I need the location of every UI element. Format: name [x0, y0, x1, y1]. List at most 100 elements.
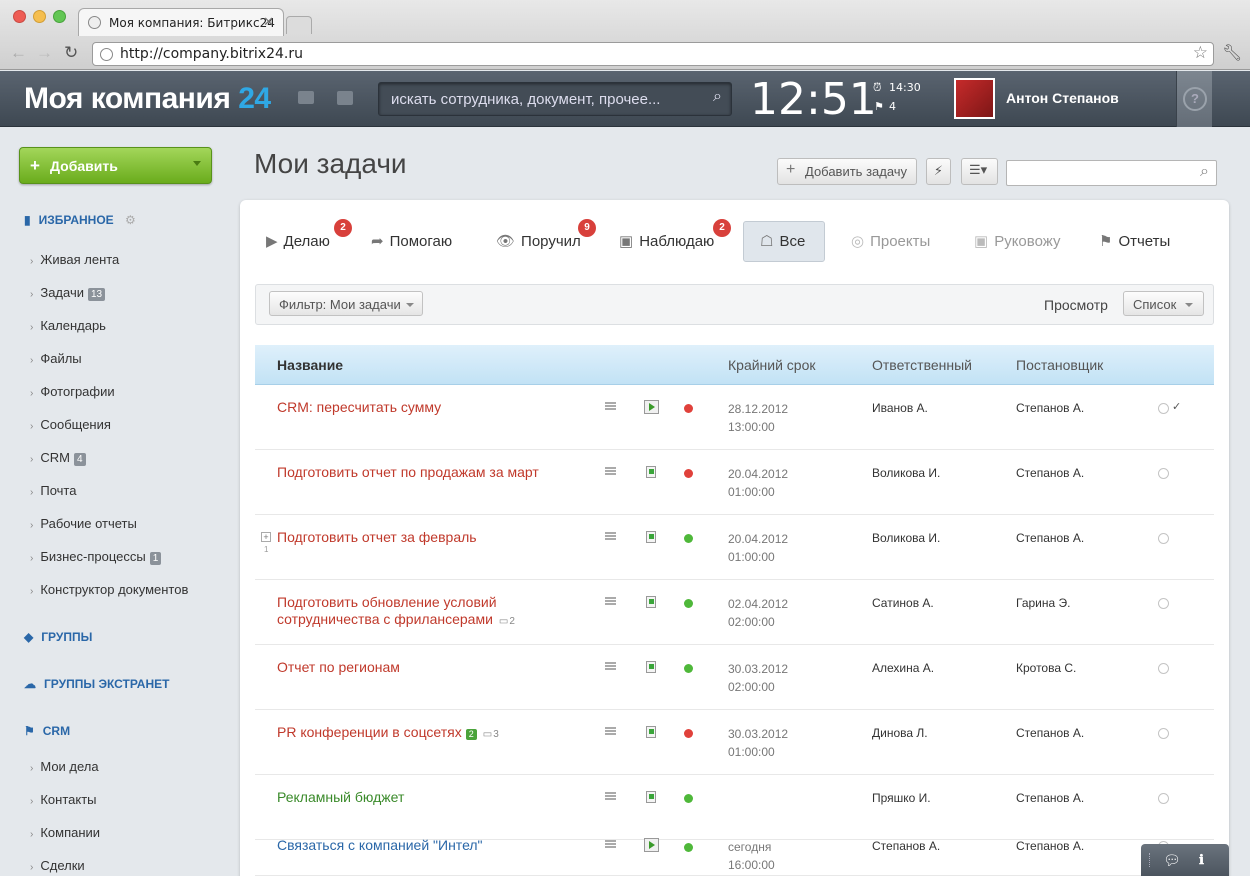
responsible[interactable]: Иванов А.	[872, 401, 928, 415]
clock[interactable]: 12:51	[750, 74, 877, 125]
responsible[interactable]: Степанов А.	[872, 839, 940, 853]
task-name[interactable]: Подготовить отчет по продажам за март	[277, 464, 539, 481]
creator[interactable]: Степанов А.	[1016, 726, 1084, 740]
complete-checkbox[interactable]	[1158, 468, 1169, 479]
creator[interactable]: Степанов А.	[1016, 531, 1084, 545]
add-task-button[interactable]: + Добавить задачу	[777, 158, 917, 185]
complete-checkbox[interactable]	[1158, 533, 1169, 544]
chat-panel-toggle[interactable]: 💬︎ ℹ	[1141, 844, 1229, 876]
bookmark-star-icon[interactable]: ☆	[1193, 43, 1208, 63]
start-task-icon[interactable]	[644, 400, 659, 414]
col-responsible[interactable]: Ответственный	[872, 357, 972, 373]
creator[interactable]: Степанов А.	[1016, 839, 1084, 853]
responsible[interactable]: Воликова И.	[872, 531, 940, 545]
complete-checkbox[interactable]	[1158, 598, 1169, 609]
task-name[interactable]: Подготовить отчет за февраль	[277, 529, 477, 546]
task-menu-icon[interactable]	[605, 532, 616, 540]
tab-filter[interactable]: ⚑ Отчеты	[1099, 232, 1170, 250]
tab-filter[interactable]: 👁︎ Поручил	[496, 232, 581, 250]
zoom-window-button[interactable]	[53, 10, 66, 23]
header-search-input[interactable]: искать сотрудника, документ, прочее... ⌕	[378, 82, 732, 116]
sidebar-item[interactable]: › Живая лента	[30, 252, 119, 267]
task-name[interactable]: Рекламный бюджет	[277, 789, 404, 806]
table-row[interactable]: +1 Подготовить отчет за февраль 20.04.2012…	[255, 515, 1214, 580]
crm-section[interactable]: ⚑ CRM	[24, 724, 70, 738]
col-creator[interactable]: Постановщик	[1016, 357, 1103, 373]
complete-checkbox[interactable]	[1158, 663, 1169, 674]
task-name[interactable]: CRM: пересчитать сумму	[277, 399, 441, 416]
company-logo[interactable]: Моя компания 24	[24, 82, 271, 116]
creator[interactable]: Степанов А.	[1016, 791, 1084, 805]
close-tab-icon[interactable]: ✕	[263, 15, 274, 30]
reload-icon[interactable]: ↻	[64, 43, 78, 63]
expand-icon[interactable]: +	[261, 532, 271, 542]
new-tab-button[interactable]	[286, 16, 312, 34]
creator[interactable]: Гарина Э.	[1016, 596, 1070, 610]
tab-filter[interactable]: ▶ Делаю	[266, 232, 330, 250]
view-options-button[interactable]: ☰▾	[961, 158, 998, 185]
responsible[interactable]: Динова Л.	[872, 726, 928, 740]
complete-checkbox[interactable]	[1158, 793, 1169, 804]
task-doc-icon[interactable]	[646, 596, 656, 608]
sidebar-item[interactable]: › Фотографии	[30, 384, 115, 399]
task-menu-icon[interactable]	[605, 840, 616, 848]
responsible[interactable]: Сатинов А.	[872, 596, 934, 610]
sidebar-item[interactable]: › Календарь	[30, 318, 106, 333]
tab-filter[interactable]: ▣ Руковожу	[974, 232, 1060, 250]
back-icon[interactable]: ←	[10, 43, 27, 63]
task-doc-icon[interactable]	[646, 661, 656, 673]
start-task-icon[interactable]	[644, 838, 659, 852]
tab-all[interactable]: ☖ Все	[760, 232, 805, 250]
task-menu-icon[interactable]	[605, 597, 616, 605]
tab-filter[interactable]: ▣ Наблюдаю	[619, 232, 714, 250]
notifications-icon[interactable]	[337, 91, 353, 105]
task-menu-icon[interactable]	[605, 402, 616, 410]
task-menu-icon[interactable]	[605, 467, 616, 475]
add-button[interactable]: + Добавить	[19, 147, 212, 184]
sidebar-item[interactable]: › Бизнес-процессы 1	[30, 549, 162, 565]
table-row[interactable]: CRM: пересчитать сумму 28.12.2012 13:00:00…	[255, 385, 1214, 450]
flag-count[interactable]: 4	[889, 100, 896, 113]
sidebar-crm-item[interactable]: › Компании	[30, 825, 100, 840]
search-icon[interactable]: ⌕	[1200, 163, 1209, 181]
tab-filter[interactable]: ➦ Помогаю	[371, 232, 452, 250]
quick-task-button[interactable]: ⚡︎	[926, 158, 951, 185]
creator[interactable]: Степанов А.	[1016, 401, 1084, 415]
table-row[interactable]: PR конференции в соцсетях 2 ▭3 30.03.2012 01…	[255, 710, 1214, 775]
view-mode-dropdown[interactable]: Список	[1123, 291, 1204, 316]
help-button[interactable]: ?	[1176, 71, 1212, 127]
user-avatar[interactable]	[954, 78, 995, 119]
messages-icon[interactable]	[298, 91, 314, 104]
alarm-time[interactable]: 14:30	[889, 81, 921, 94]
col-deadline[interactable]: Крайний срок	[728, 357, 816, 373]
task-doc-icon[interactable]	[646, 531, 656, 543]
table-row[interactable]: Отчет по регионам 30.03.2012 02:00:00 Алехи…	[255, 645, 1214, 710]
sidebar-item[interactable]: › Почта	[30, 483, 76, 498]
responsible[interactable]: Алехина А.	[872, 661, 934, 675]
chat-icon[interactable]: 💬︎	[1163, 852, 1181, 869]
table-row[interactable]: Подготовить отчет по продажам за март 20.…	[255, 450, 1214, 515]
task-name[interactable]: Связаться с компанией "Интел"	[277, 837, 483, 854]
table-row[interactable]: Подготовить обновление условий сотрудниче…	[255, 580, 1214, 645]
sidebar-item[interactable]: › Рабочие отчеты	[30, 516, 137, 531]
task-doc-icon[interactable]	[646, 466, 656, 478]
creator[interactable]: Кротова С.	[1016, 661, 1076, 675]
responsible[interactable]: Пряшко И.	[872, 791, 931, 805]
complete-checkbox[interactable]	[1158, 403, 1169, 414]
task-menu-icon[interactable]	[605, 792, 616, 800]
task-name[interactable]: Отчет по регионам	[277, 659, 400, 676]
sidebar-crm-item[interactable]: › Контакты	[30, 792, 97, 807]
close-window-button[interactable]	[13, 10, 26, 23]
sidebar-crm-item[interactable]: › Сделки	[30, 858, 85, 873]
task-menu-icon[interactable]	[605, 662, 616, 670]
tab-filter[interactable]: ◎ Проекты	[851, 232, 930, 250]
minimize-window-button[interactable]	[33, 10, 46, 23]
col-name[interactable]: Название	[277, 357, 343, 373]
creator[interactable]: Степанов А.	[1016, 466, 1084, 480]
table-row[interactable]: Связаться с компанией "Интел" сегодня 16:0…	[255, 823, 1214, 876]
task-doc-icon[interactable]	[646, 726, 656, 738]
sidebar-item[interactable]: › Конструктор документов	[30, 582, 188, 597]
favorites-section[interactable]: ▮ ИЗБРАННОЕ ⚙	[24, 213, 136, 227]
sidebar-item[interactable]: › CRM 4	[30, 450, 86, 466]
browser-tab[interactable]: Моя компания: Битрикс24 ✕	[78, 8, 284, 36]
